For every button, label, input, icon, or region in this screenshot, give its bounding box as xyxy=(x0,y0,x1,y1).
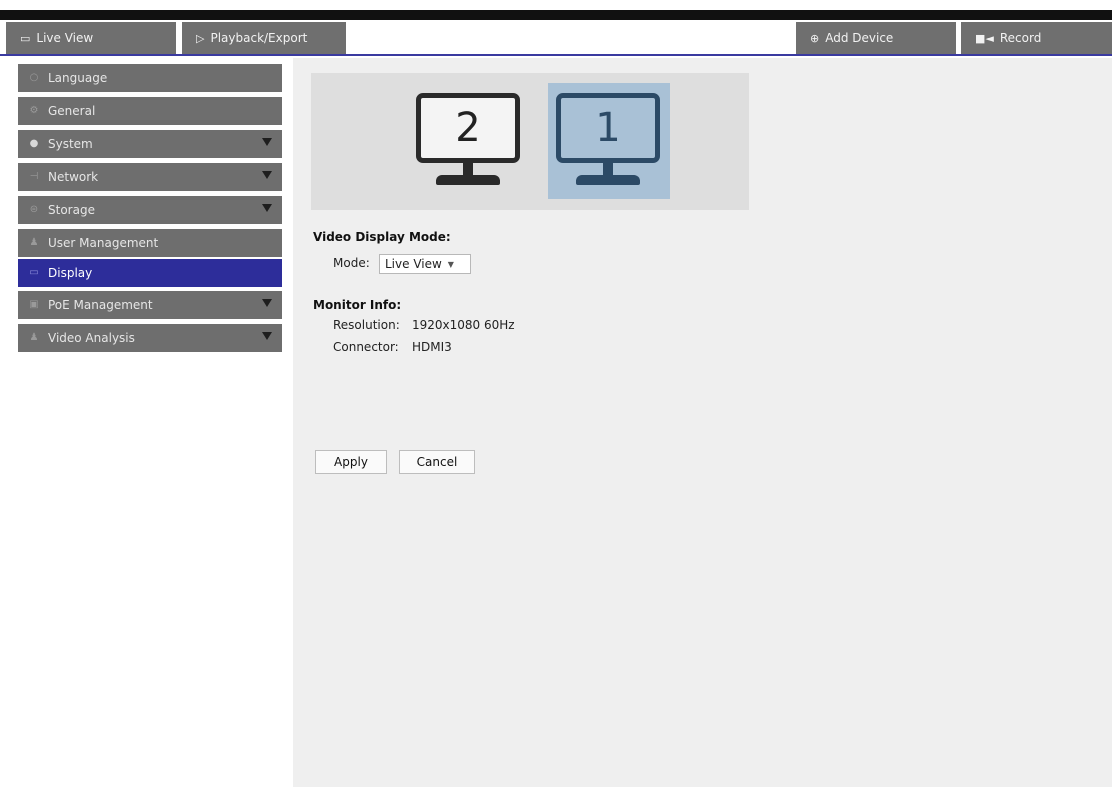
monitor-icon: ▭ xyxy=(20,31,31,45)
sidebar-item-label: Language xyxy=(48,71,108,85)
expand-arrow-icon[interactable] xyxy=(262,299,272,307)
monitor-icon: 1 xyxy=(556,93,660,163)
sidebar-item-label: System xyxy=(48,137,93,151)
top-strip xyxy=(0,0,1112,20)
settings-sidebar: ○ Language ⚙ General ● System ⊣ Network … xyxy=(0,58,292,787)
display-settings-panel: 2 1 Video Display Mode: Mode: Live View … xyxy=(293,58,1112,787)
play-icon: ▷ xyxy=(196,31,205,45)
storage-icon: ⊜ xyxy=(29,204,39,215)
expand-arrow-icon[interactable] xyxy=(262,138,272,146)
expand-arrow-icon[interactable] xyxy=(262,204,272,212)
mode-select-value: Live View xyxy=(385,257,442,271)
sidebar-item-general[interactable]: ⚙ General xyxy=(18,97,282,125)
expand-arrow-icon[interactable] xyxy=(262,332,272,340)
sidebar-item-label: User Management xyxy=(48,236,159,250)
tab-live-view-label: Live View xyxy=(36,31,94,45)
monitor-base xyxy=(576,175,640,185)
sidebar-item-label: Display xyxy=(48,266,93,280)
record-button[interactable]: ■◄ Record xyxy=(961,22,1112,54)
sidebar-item-network[interactable]: ⊣ Network xyxy=(18,163,282,191)
monitor-number: 1 xyxy=(595,105,621,151)
sidebar-item-video-analysis[interactable]: ♟ Video Analysis xyxy=(18,324,282,352)
top-navbar: ▭ Live View ▷ Playback/Export ⊕ Add Devi… xyxy=(0,20,1112,56)
mode-select[interactable]: Live View ▼ xyxy=(379,254,471,274)
resolution-value: 1920x1080 60Hz xyxy=(412,318,515,332)
sidebar-item-storage[interactable]: ⊜ Storage xyxy=(18,196,282,224)
tab-playback-export[interactable]: ▷ Playback/Export xyxy=(182,22,346,54)
mode-label: Mode: xyxy=(333,256,370,270)
monitor-number: 2 xyxy=(455,105,481,151)
monitor-base xyxy=(436,175,500,185)
network-icon: ⊣ xyxy=(29,171,39,182)
sidebar-item-label: Video Analysis xyxy=(48,331,135,345)
sidebar-item-display[interactable]: ▭ Display xyxy=(18,259,282,287)
monitor-icon: 2 xyxy=(416,93,520,163)
sidebar-item-label: Network xyxy=(48,170,99,184)
cog-icon: ● xyxy=(29,138,39,149)
poe-icon: ▣ xyxy=(29,299,39,310)
video-display-mode-title: Video Display Mode: xyxy=(313,230,451,244)
analysis-icon: ♟ xyxy=(29,332,39,343)
connector-label: Connector: xyxy=(333,340,399,354)
monitor-selector: 2 1 xyxy=(311,73,749,210)
tab-live-view[interactable]: ▭ Live View xyxy=(6,22,176,54)
monitor-info-title: Monitor Info: xyxy=(313,298,402,312)
users-icon: ♟ xyxy=(29,237,39,248)
sidebar-item-label: General xyxy=(48,104,96,118)
sidebar-item-user-management[interactable]: ♟ User Management xyxy=(18,229,282,257)
cancel-button[interactable]: Cancel xyxy=(399,450,475,474)
tab-playback-export-label: Playback/Export xyxy=(210,31,308,45)
gear-icon: ⚙ xyxy=(29,105,39,116)
sidebar-item-system[interactable]: ● System xyxy=(18,130,282,158)
sidebar-item-label: PoE Management xyxy=(48,298,153,312)
top-black-bar xyxy=(0,10,1112,20)
sidebar-item-label: Storage xyxy=(48,203,95,217)
display-icon: ▭ xyxy=(29,267,39,278)
add-device-button[interactable]: ⊕ Add Device xyxy=(796,22,956,54)
resolution-label: Resolution: xyxy=(333,318,400,332)
sidebar-item-poe-management[interactable]: ▣ PoE Management xyxy=(18,291,282,319)
chevron-down-icon: ▼ xyxy=(447,259,454,269)
globe-icon: ○ xyxy=(29,72,39,83)
apply-button[interactable]: Apply xyxy=(315,450,387,474)
camera-icon: ■◄ xyxy=(975,31,994,45)
connector-value: HDMI3 xyxy=(412,340,452,354)
expand-arrow-icon[interactable] xyxy=(262,171,272,179)
sidebar-item-language[interactable]: ○ Language xyxy=(18,64,282,92)
record-label: Record xyxy=(999,31,1042,45)
plus-circle-icon: ⊕ xyxy=(810,31,820,45)
add-device-label: Add Device xyxy=(825,31,894,45)
